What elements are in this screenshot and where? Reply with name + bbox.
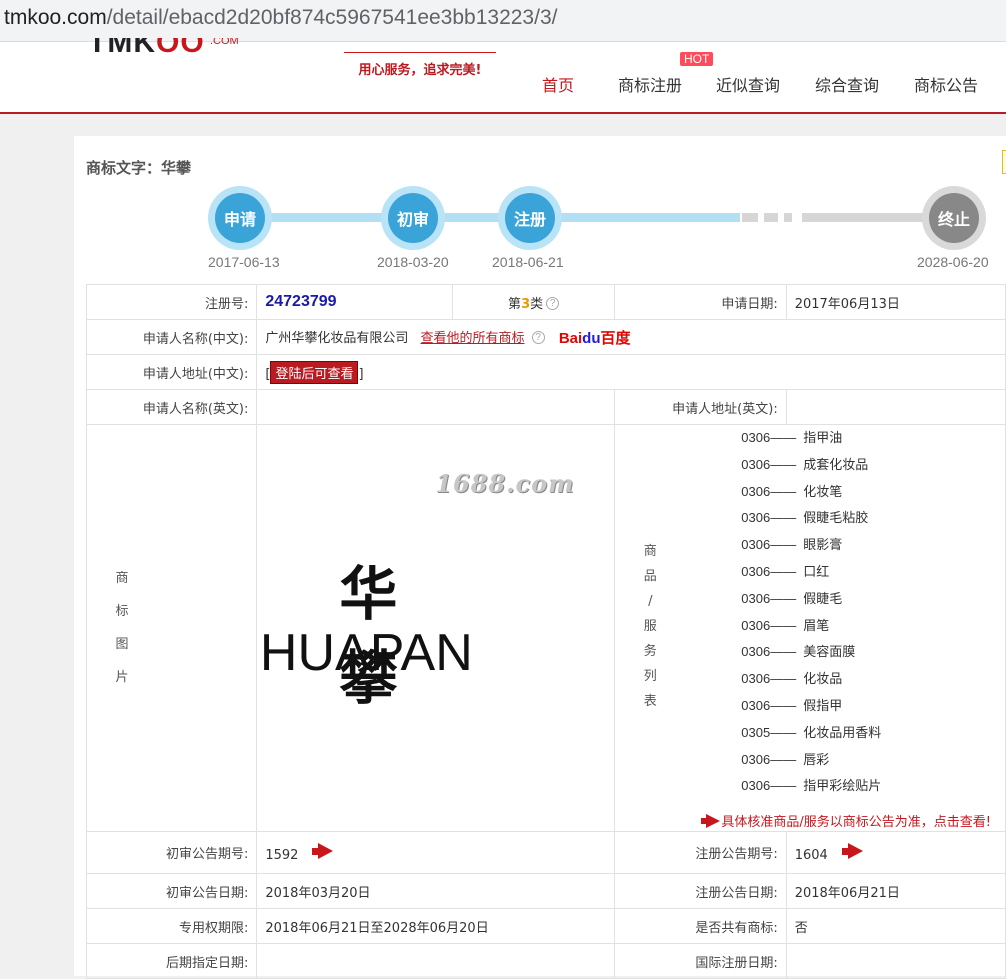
prelim-no-label: 初审公告期号: xyxy=(85,831,258,874)
timeline-date-prelim: 2018-03-20 xyxy=(377,254,449,270)
baidu-search-logo[interactable]: Baidu百度 xyxy=(559,327,631,348)
timeline-node-apply: 申请 xyxy=(208,186,272,250)
goods-item: 0306—— 假睫毛粘胶 xyxy=(741,510,869,527)
prelim-date-label: 初审公告日期: xyxy=(85,873,258,909)
mark-english: HUAPAN xyxy=(259,624,473,682)
side-tab[interactable] xyxy=(1002,150,1006,174)
trademark-title: 商标文字：华攀 xyxy=(86,159,192,177)
goods-item: 0306—— 指甲油 xyxy=(741,430,843,446)
class-cell: 第3类? xyxy=(451,284,616,320)
goods-list: 0306—— 指甲油 0306—— 成套化妆品 0306—— 化妆笔 0306—— 假睫… xyxy=(741,425,881,800)
goods-notice-link[interactable]: 具体核准商品/服务以商标公告为准，点击查看! xyxy=(701,811,991,830)
goods-item: 0306—— 指甲彩绘贴片 xyxy=(741,778,882,795)
trademark-image-label: 商 标 图 片 xyxy=(115,571,129,685)
timeline-progress-line xyxy=(240,213,740,222)
goods-item: 0305—— 化妆品用香料 xyxy=(741,724,882,741)
megaphone-icon[interactable] xyxy=(312,843,334,859)
reg-pub-no-label: 注册公告期号: xyxy=(614,831,787,874)
applicant-cn: 广州华攀化妆品有限公司 xyxy=(265,330,409,346)
reg-no: 24723799 xyxy=(265,293,337,310)
apply-date: 2017年06月13日 xyxy=(785,284,1006,320)
reg-pub-no: 1604 xyxy=(794,847,828,863)
timeline-date-apply: 2017-06-13 xyxy=(208,254,280,270)
timeline-date-register: 2018-06-21 xyxy=(492,254,564,270)
goods-item: 0306—— 化妆笔 xyxy=(741,483,843,500)
site-header: TMKOO .COM 用心服务，追求完美! HOT 首页 商标注册 近似查询 综… xyxy=(0,38,1006,114)
exclusive-period: 2018年06月21日至2028年06月20日 xyxy=(256,908,616,944)
shared-mark: 否 xyxy=(785,908,1006,944)
goods-item: 0306—— 眼影膏 xyxy=(741,537,843,554)
intl-reg-date-label: 国际注册日期: xyxy=(614,943,787,979)
later-date-label: 后期指定日期: xyxy=(85,943,258,979)
address-cn-label: 申请人地址(中文): xyxy=(85,354,258,390)
browser-address-bar[interactable]: tmkoo.com/detail/ebacd2d20bf874c5967541e… xyxy=(0,0,1006,42)
goods-item: 0306—— 美容面膜 xyxy=(741,644,856,661)
timeline-node-prelim: 初审 xyxy=(381,186,445,250)
nav-comprehensive-search[interactable]: 综合查询 xyxy=(815,72,879,96)
timeline-dash xyxy=(764,213,778,222)
timeline-node-expire: 终止 xyxy=(922,186,986,250)
goods-item: 0306—— 假指甲 xyxy=(741,697,843,714)
shared-mark-label: 是否共有商标: xyxy=(614,908,787,944)
megaphone-icon xyxy=(701,814,721,828)
applicant-en-label: 申请人名称(英文): xyxy=(85,389,258,425)
slogan: 用心服务，追求完美! xyxy=(344,52,496,78)
goods-services-label: 商 品 / 服 务 列 表 xyxy=(643,544,657,709)
reg-no-label: 注册号: xyxy=(85,284,258,320)
applicant-cn-label: 申请人名称(中文): xyxy=(85,319,258,355)
timeline-dash xyxy=(784,213,792,222)
trademark-image: 1688.com 华攀 HUAPAN xyxy=(256,424,616,832)
view-all-trademarks-link[interactable]: 查看他的所有商标 xyxy=(421,331,525,346)
goods-item: 0306—— 成套化妆品 xyxy=(741,456,869,473)
nav-trademark-announcement[interactable]: 商标公告 xyxy=(914,72,978,96)
help-icon[interactable]: ? xyxy=(531,330,545,344)
nav-similar-search[interactable]: 近似查询 xyxy=(716,72,780,96)
megaphone-icon[interactable] xyxy=(841,843,864,859)
help-icon[interactable]: ? xyxy=(546,296,560,310)
hot-badge: HOT xyxy=(680,52,714,66)
goods-item: 0306—— 化妆品 xyxy=(741,671,843,688)
prelim-date: 2018年03月20日 xyxy=(256,873,616,909)
address-en-label: 申请人地址(英文): xyxy=(614,389,787,425)
site-logo[interactable]: TMKOO .COM xyxy=(88,38,248,54)
timeline-node-register: 注册 xyxy=(498,186,562,250)
reg-pub-date: 2018年06月21日 xyxy=(785,873,1006,909)
goods-item: 0306—— 假睫毛 xyxy=(741,590,843,607)
address-en xyxy=(785,389,1006,425)
nav-home[interactable]: 首页 xyxy=(542,72,574,96)
timeline-dash xyxy=(742,213,758,222)
login-to-view-button[interactable]: 登陆后可查看 xyxy=(270,360,359,384)
reg-pub-date-label: 注册公告日期: xyxy=(614,873,787,909)
applicant-en xyxy=(256,389,616,425)
exclusive-period-label: 专用权期限: xyxy=(85,908,258,944)
prelim-no: 1592 xyxy=(265,847,299,863)
trademark-info-table: 注册号: 24723799 第3类? 申请日期: 2017年06月13日 申请人… xyxy=(85,284,1006,979)
url-text[interactable]: tmkoo.com/detail/ebacd2d20bf874c5967541e… xyxy=(4,6,557,30)
nav-trademark-register[interactable]: 商标注册 xyxy=(618,72,682,96)
goods-item: 0306—— 唇彩 xyxy=(741,751,830,768)
timeline-date-expire: 2028-06-20 xyxy=(917,254,989,270)
watermark: 1688.com xyxy=(435,469,575,498)
goods-item: 0306—— 口红 xyxy=(741,563,830,580)
goods-item: 0306—— 眉笔 xyxy=(741,617,830,634)
apply-date-label: 申请日期: xyxy=(614,284,787,320)
